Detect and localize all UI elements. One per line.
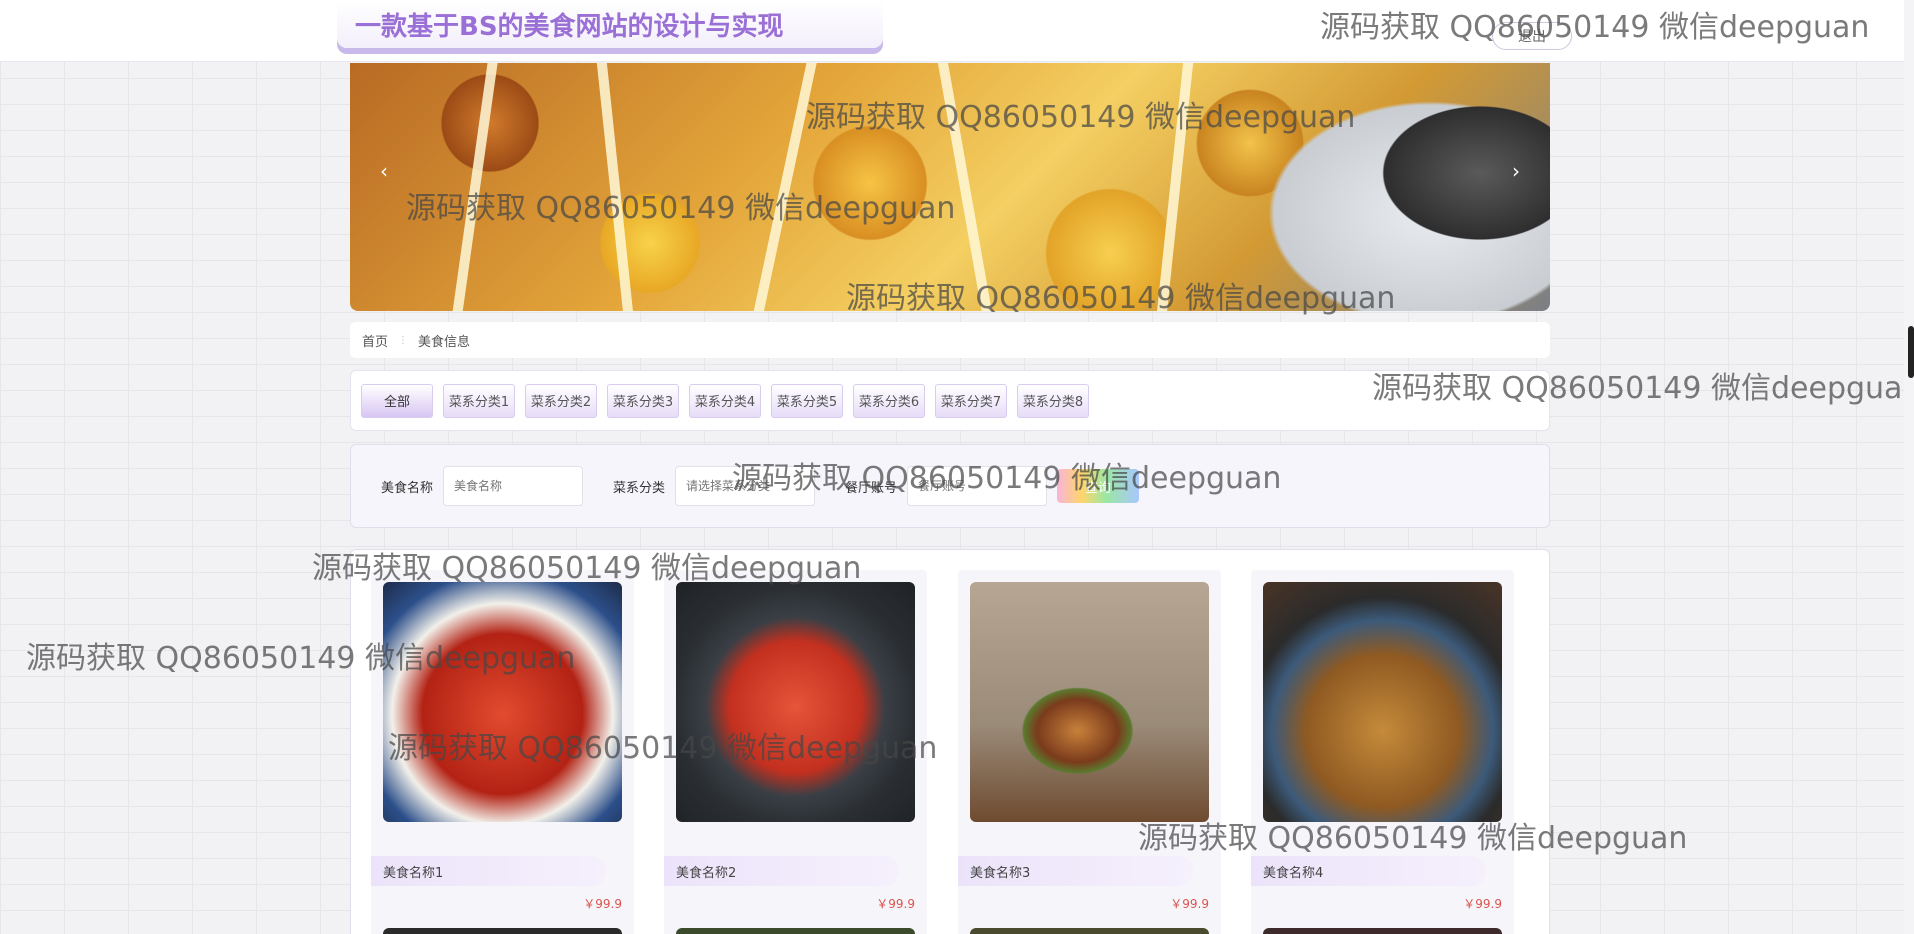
breadcrumb-home-link[interactable]: 首页	[362, 331, 388, 350]
food-image[interactable]	[676, 582, 915, 822]
food-name-label: 美食名称	[381, 480, 434, 496]
food-card[interactable]	[664, 916, 927, 934]
cuisine-label: 菜系分类	[613, 480, 666, 496]
food-image[interactable]	[970, 928, 1209, 934]
food-name[interactable]: 美食名称2	[664, 856, 899, 886]
page-scrollbar-track[interactable]	[1904, 0, 1914, 934]
breadcrumb: 首页 ⋮ 美食信息	[350, 322, 1550, 358]
banner-decoration	[936, 63, 994, 311]
food-image[interactable]	[383, 582, 622, 822]
food-price: ￥99.9	[583, 897, 622, 911]
category-tab-8[interactable]: 菜系分类8	[1017, 383, 1089, 418]
restaurant-label: 餐厅账号	[845, 480, 898, 496]
category-tab-2[interactable]: 菜系分类2	[525, 383, 597, 418]
food-name-input[interactable]	[443, 466, 584, 506]
food-price: ￥99.9	[1170, 897, 1209, 911]
search-panel: 美食名称 菜系分类 餐厅账号 查询	[350, 444, 1550, 528]
query-button[interactable]: 查询	[1057, 469, 1140, 503]
food-card[interactable]	[1251, 916, 1514, 934]
cuisine-select[interactable]	[675, 466, 816, 506]
restaurant-input[interactable]	[907, 466, 1048, 506]
food-name[interactable]: 美食名称1	[371, 856, 606, 886]
banner-carousel: ‹ ›	[350, 63, 1550, 311]
food-card[interactable]	[958, 916, 1221, 934]
carousel-next-button[interactable]: ›	[1504, 159, 1528, 183]
carousel-prev-button[interactable]: ‹	[372, 159, 396, 183]
food-image[interactable]	[383, 928, 622, 934]
food-name[interactable]: 美食名称3	[958, 856, 1193, 886]
banner-decoration	[752, 63, 818, 311]
breadcrumb-current: 美食信息	[418, 334, 471, 350]
breadcrumb-separator: ⋮	[398, 334, 409, 346]
category-tab-4[interactable]: 菜系分类4	[689, 383, 761, 418]
category-tab-1[interactable]: 菜系分类1	[443, 383, 515, 418]
banner-decoration	[1155, 63, 1195, 311]
food-image[interactable]	[676, 928, 915, 934]
banner-decoration	[451, 63, 499, 311]
food-card[interactable]: 美食名称1 ￥99.9	[371, 570, 634, 920]
food-card[interactable]: 美食名称3 ￥99.9	[958, 570, 1221, 920]
food-image[interactable]	[970, 582, 1209, 822]
food-name[interactable]: 美食名称4	[1251, 856, 1486, 886]
food-image[interactable]	[1263, 928, 1502, 934]
banner-decoration	[595, 63, 635, 311]
food-card[interactable]: 美食名称4 ￥99.9	[1251, 570, 1514, 920]
page-scrollbar-thumb[interactable]	[1908, 326, 1914, 378]
logout-button[interactable]: 退出	[1492, 22, 1572, 50]
food-price: ￥99.9	[876, 897, 915, 911]
top-header: 一款基于BS的美食网站的设计与实现 退出	[0, 0, 1914, 62]
food-card[interactable]	[371, 916, 634, 934]
category-tab-3[interactable]: 菜系分类3	[607, 383, 679, 418]
food-price: ￥99.9	[1463, 897, 1502, 911]
food-card[interactable]: 美食名称2 ￥99.9	[664, 570, 927, 920]
category-filter-bar: 全部 菜系分类1 菜系分类2 菜系分类3 菜系分类4 菜系分类5 菜系分类6 菜…	[350, 370, 1550, 431]
food-list-panel: 美食名称1 ￥99.9 美食名称2 ￥99.9 美食名称3 ￥99.9 美食名称…	[350, 549, 1550, 934]
food-image[interactable]	[1263, 582, 1502, 822]
category-tab-all[interactable]: 全部	[361, 383, 433, 418]
category-tab-5[interactable]: 菜系分类5	[771, 383, 843, 418]
site-title-box: 一款基于BS的美食网站的设计与实现	[337, 0, 883, 48]
category-tab-6[interactable]: 菜系分类6	[853, 383, 925, 418]
site-title: 一款基于BS的美食网站的设计与实现	[355, 11, 784, 42]
category-tab-7[interactable]: 菜系分类7	[935, 383, 1007, 418]
